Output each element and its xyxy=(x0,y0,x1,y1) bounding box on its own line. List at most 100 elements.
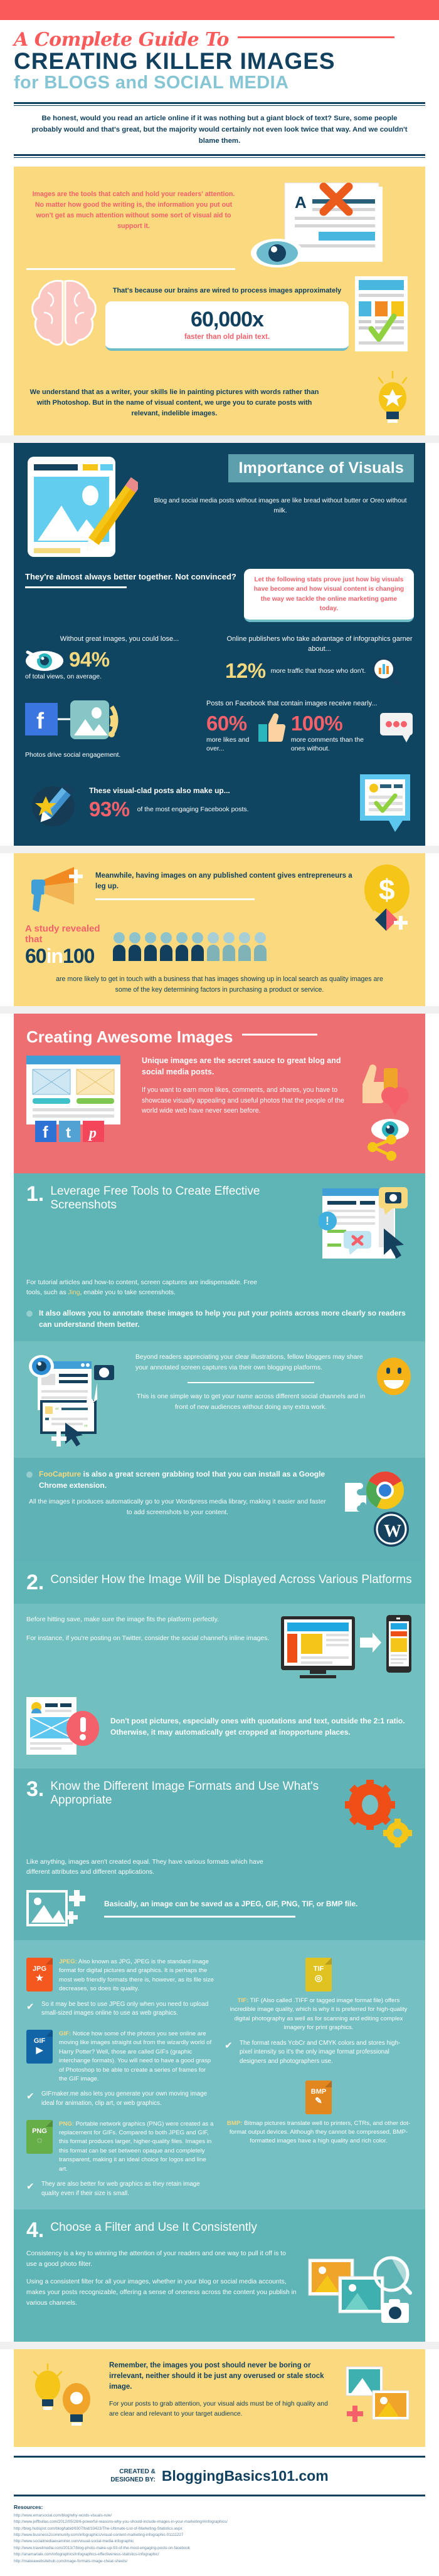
closing-block: Remember, the images you post should nev… xyxy=(14,2349,425,2447)
jing-link[interactable]: Jing xyxy=(68,1289,80,1296)
jpeg-description: JPEG: Also known as JPG, JPEG is the sta… xyxy=(59,1958,214,1993)
brand-name[interactable]: BloggingBasics101.com xyxy=(162,2468,329,2485)
format-card-png: PNG ◌ PNG: Portable network graphics (PN… xyxy=(26,2119,214,2174)
jpeg-note: ✔ So it may be best to use JPEG only whe… xyxy=(26,2000,214,2018)
intro-block-lead: Images are the tools that catch and hold… xyxy=(32,190,235,230)
speed-caption: faster than old plain text. xyxy=(184,333,270,341)
filter-photos-illustration xyxy=(306,2249,413,2330)
step-2-warning: Don't post pictures, especially ones wit… xyxy=(110,1716,405,1737)
visual-clad-value: 93% xyxy=(89,797,130,821)
dollar-bubble-icon: $ xyxy=(360,863,414,932)
speed-callout: 60,000x faster than old plain text. xyxy=(105,301,349,351)
blog-layout-illustration: f t p xyxy=(26,1056,133,1162)
stat-views-caption: of total views, on average. xyxy=(25,672,102,680)
resource-link[interactable]: http://www.jeffbullas.com/2012/05/28/6-p… xyxy=(14,2519,425,2525)
resource-link[interactable]: http://www.business2community.com/infogr… xyxy=(14,2532,425,2538)
title-rule xyxy=(238,36,395,38)
step-4-block: 4. Choose a Filter and Use It Consistent… xyxy=(14,2210,425,2342)
stats-intro-bubble: Let the following stats prove just how b… xyxy=(243,569,414,623)
sub-divider xyxy=(187,1382,315,1384)
brain-icon xyxy=(26,276,102,350)
facebook-lead: Posts on Facebook that contain images re… xyxy=(206,700,378,708)
awesome-paragraph: If you want to earn more likes, comments… xyxy=(142,1086,344,1114)
entrepreneurs-rule xyxy=(95,898,255,900)
step-1-sub2: This is one simple way to get your name … xyxy=(136,1393,366,1411)
header-divider xyxy=(14,102,425,105)
step-4-number: 4. xyxy=(26,2218,45,2243)
gif-glyph: ▶ xyxy=(36,2044,43,2055)
facebook-photo-illustration: f Photos drive social engagement. xyxy=(25,699,200,759)
facebook-likes-caption: more likes and over... xyxy=(206,735,250,752)
closing-body: For your posts to grab attention, your v… xyxy=(109,2400,328,2418)
stat-traffic-value: 12% xyxy=(225,659,266,683)
step-1-body: For tutorial articles and how-to content… xyxy=(26,1279,257,1297)
facebook-likes-value: 60% xyxy=(206,711,247,735)
lightbulbs-illustration xyxy=(26,2360,102,2429)
gif-note: ✔ GIFmaker.me also lets you generate you… xyxy=(26,2090,214,2108)
engagement-icons xyxy=(359,1056,413,1162)
closing-heading: Remember, the images you post should nev… xyxy=(109,2361,324,2391)
stat-traffic: Online publishers who take advantage of … xyxy=(225,635,414,685)
responsive-devices-illustration xyxy=(281,1614,413,1687)
step-1-block: 1. Leverage Free Tools to Create Effecti… xyxy=(14,1173,425,1342)
step-1-number: 1. xyxy=(26,1182,45,1207)
importance-question: They're almost always better together. N… xyxy=(25,572,236,582)
step-3-number: 3. xyxy=(26,1777,45,1801)
visual-clad-caption: of the most engaging Facebook posts. xyxy=(137,805,249,813)
png-description: PNG: Portable network graphics (PNG) wer… xyxy=(59,2120,214,2173)
infographic-page: A Complete Guide To CREATING KILLER IMAG… xyxy=(0,0,439,2576)
gif-description: GIF: Notice how some of the photos you s… xyxy=(59,2030,212,2082)
image-formats-block: JPG ★ JPEG: Also known as JPG, JPEG is t… xyxy=(14,1940,425,2210)
nv-rule xyxy=(25,586,127,588)
tif-glyph: ◎ xyxy=(314,1973,323,1983)
resource-link[interactable]: http://www.emarsocial.com/blog/why-words… xyxy=(14,2513,425,2519)
tif-note: ✔ The format reads YcbCr and CMYK colors… xyxy=(225,2039,413,2067)
resources-title: Resources: xyxy=(14,2503,43,2510)
gif-badge: GIF ▶ xyxy=(26,2029,53,2064)
resource-link[interactable]: http://makeawebsitehub.com/image-formats… xyxy=(14,2558,425,2565)
study-label: A study revealed that xyxy=(25,923,100,945)
svg-text:t: t xyxy=(66,1124,71,1141)
entrepreneurs-lead: Meanwhile, having images on any publishe… xyxy=(95,872,352,890)
image-pencil-illustration xyxy=(25,454,138,564)
bullet-dot xyxy=(26,1472,33,1478)
intro-paragraph: Be honest, would you read an article onl… xyxy=(31,115,408,145)
thumbs-up-icon xyxy=(257,712,286,743)
credit-bar: CREATED & DESIGNED BY: BloggingBasics101… xyxy=(14,2455,425,2496)
step-3-body: Like anything, images aren't created equ… xyxy=(26,1858,263,1876)
check-icon: ✔ xyxy=(225,2040,233,2051)
check-icon: ✔ xyxy=(26,2091,34,2102)
foocapture-body: All the images it produces automatically… xyxy=(29,1498,326,1516)
resource-link[interactable]: http://www.socialmediaexaminer.com/visua… xyxy=(14,2538,425,2545)
creating-awesome-images-block: Creating Awesome Images f t p Unique ima… xyxy=(14,1014,425,1174)
resource-link[interactable]: http://blog.hubspot.com/blog/tabid/6307/… xyxy=(14,2526,425,2532)
step-1-bullet: It also allows you to annotate these ima… xyxy=(39,1309,406,1329)
study-num1: 60 xyxy=(25,945,47,968)
importance-of-visuals-block: Importance of Visuals Blog and social me… xyxy=(14,443,425,846)
svg-text:”: ” xyxy=(84,1423,88,1432)
check-icon: ✔ xyxy=(26,2181,34,2193)
svg-text:“: “ xyxy=(55,1405,59,1415)
page-title: CREATING KILLER IMAGES xyxy=(14,48,336,74)
screenshot-illustration: ! xyxy=(319,1185,413,1269)
study-num2: 100 xyxy=(63,945,95,968)
format-card-jpeg: JPG ★ JPEG: Also known as JPG, JPEG is t… xyxy=(26,1958,214,1994)
resource-link[interactable]: http://www.travelmedia.com/2013/7/blog-p… xyxy=(14,2545,425,2552)
intro-block-footer: We understand that as a writer, your ski… xyxy=(29,388,319,417)
facebook-photo-caption: Photos drive social engagement. xyxy=(25,751,121,759)
step-1-sub1: Beyond readers appreciating your clear i… xyxy=(135,1354,363,1371)
stat-traffic-lead: Online publishers who take advantage of … xyxy=(226,635,413,653)
entrepreneurs-block: Meanwhile, having images on any publishe… xyxy=(14,853,425,1007)
resource-link[interactable]: http://anamariale.com/infographics/infog… xyxy=(14,2552,425,2558)
png-glyph: ◌ xyxy=(36,2134,43,2145)
yellow-rule-1 xyxy=(26,268,235,271)
resources-section: Resources: http://www.emarsocial.com/blo… xyxy=(0,2496,439,2576)
jpg-glyph: ★ xyxy=(35,1973,44,1983)
comment-bubble-icon xyxy=(379,712,414,743)
step-4-body1: Consistency is a key to winning the atte… xyxy=(26,2250,286,2268)
step-3-title: Know the Different Image Formats and Use… xyxy=(50,1779,319,1807)
entrepreneurs-body: are more likely to get in touch with a b… xyxy=(56,975,383,994)
step-1-title: Leverage Free Tools to Create Effective … xyxy=(50,1185,260,1212)
post-warning-illustration xyxy=(26,1696,102,1757)
step-2-number: 2. xyxy=(26,1571,45,1595)
